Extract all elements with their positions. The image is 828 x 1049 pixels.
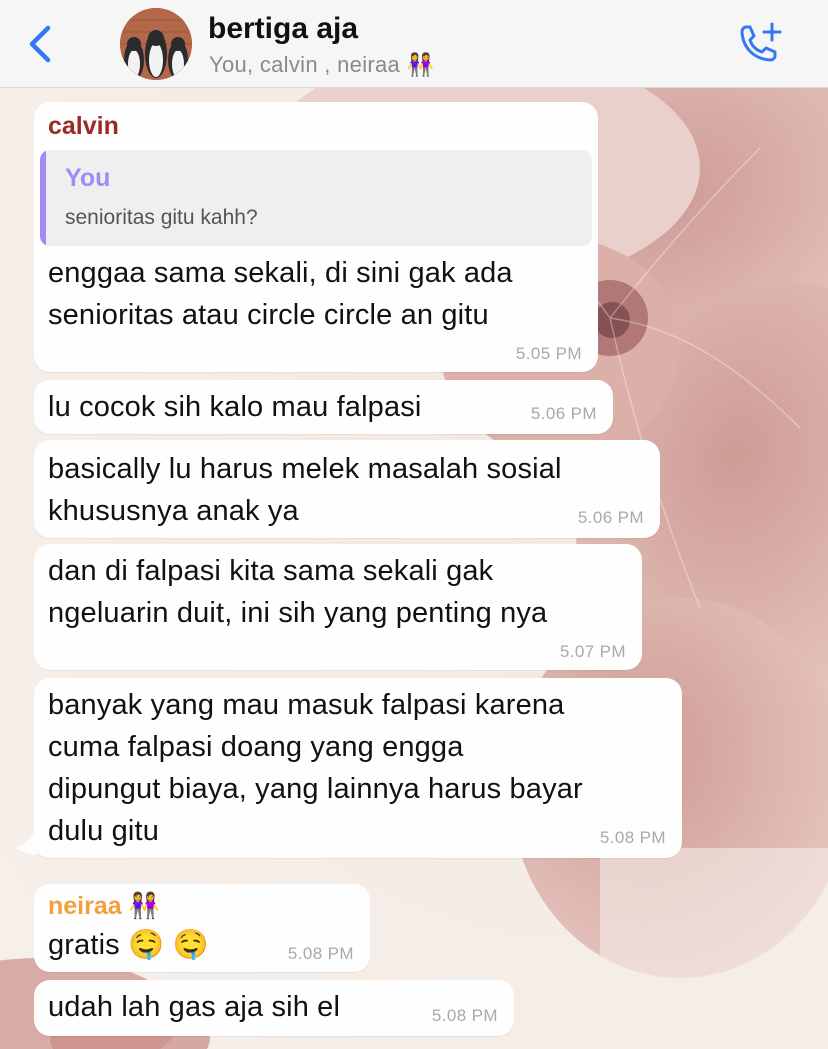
message-bubble[interactable]: udah lah gas aja sih el 5.08 PM — [34, 980, 514, 1036]
message-time: 5.06 PM — [577, 508, 644, 527]
chat-participants[interactable]: You, calvin , neiraa 👭 — [209, 52, 434, 78]
message-line: enggaa sama sekali, di sini gak ada — [48, 257, 513, 289]
quote-author: You — [65, 164, 111, 192]
message-line: gratis 🤤 🤤 — [48, 929, 209, 961]
message-line: udah lah gas aja sih el — [48, 991, 341, 1023]
message-line: cuma falpasi doang yang engga — [48, 731, 464, 763]
add-call-button[interactable] — [734, 20, 784, 68]
message-bubble[interactable]: dan di falpasi kita sama sekali gak ngel… — [34, 544, 642, 670]
message-time: 5.07 PM — [559, 642, 626, 661]
message-line: khususnya anak ya — [48, 495, 299, 527]
message-line: dulu gitu — [48, 815, 159, 847]
message-bubble[interactable]: banyak yang mau masuk falpasi karena cum… — [34, 678, 682, 858]
message-line: dipungut biaya, yang lainnya harus bayar — [48, 773, 583, 805]
message-time: 5.08 PM — [431, 1006, 498, 1025]
chevron-left-icon — [29, 25, 51, 63]
message-line: ngeluarin duit, ini sih yang penting nya — [48, 597, 548, 629]
add-call-icon — [740, 22, 782, 62]
message-time: 5.08 PM — [599, 828, 666, 847]
sender-name: neiraa 👭 — [48, 892, 160, 920]
message-bubble[interactable]: lu cocok sih kalo mau falpasi 5.06 PM — [34, 380, 613, 434]
chat-title[interactable]: bertiga aja — [208, 12, 358, 46]
message-line: basically lu harus melek masalah sosial — [48, 453, 562, 485]
message-bubble[interactable]: calvin You senioritas gitu kahh? enggaa … — [34, 102, 598, 372]
message-time: 5.06 PM — [530, 404, 597, 423]
message-line: lu cocok sih kalo mau falpasi — [48, 391, 422, 423]
message-bubble[interactable]: basically lu harus melek masalah sosial … — [34, 440, 660, 538]
message-line: banyak yang mau masuk falpasi karena — [48, 689, 565, 721]
message-time: 5.08 PM — [287, 944, 354, 963]
message-line: dan di falpasi kita sama sekali gak — [48, 555, 494, 587]
chat-header: bertiga aja You, calvin , neiraa 👭 — [0, 0, 828, 88]
message-bubble[interactable]: neiraa 👭 gratis 🤤 🤤 5.08 PM — [34, 884, 370, 972]
sender-name: calvin — [48, 112, 119, 140]
penguins-avatar-image — [120, 8, 192, 80]
quote-text: senioritas gitu kahh? — [65, 206, 258, 229]
quote-accent-bar — [40, 150, 46, 246]
message-line: senioritas atau circle circle an gitu — [48, 299, 489, 331]
group-avatar[interactable] — [120, 8, 192, 80]
message-time: 5.05 PM — [515, 344, 582, 363]
back-button[interactable] — [22, 22, 58, 66]
quoted-message[interactable]: You senioritas gitu kahh? — [40, 150, 592, 246]
